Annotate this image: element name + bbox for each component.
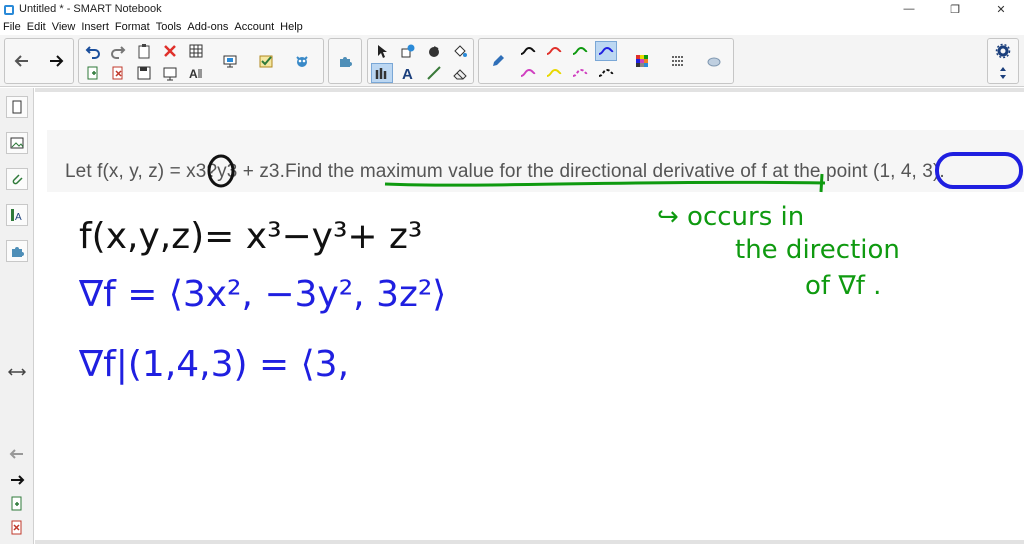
- delete-page-icon[interactable]: [107, 63, 129, 83]
- green-underline: [384, 180, 826, 187]
- pen-style-green[interactable]: [569, 41, 591, 61]
- fill-shape-icon[interactable]: [423, 41, 445, 61]
- blue-point-circle: [935, 152, 1023, 189]
- shapes-icon[interactable]: [397, 41, 419, 61]
- sidebar-previous-icon[interactable]: [8, 446, 26, 462]
- pen-style-pink[interactable]: [517, 63, 539, 83]
- text-tool-icon[interactable]: A: [397, 63, 419, 83]
- screen-shade-icon[interactable]: [159, 63, 181, 83]
- green-underline-tick: [819, 173, 824, 193]
- delete-icon[interactable]: [159, 41, 181, 61]
- menu-file[interactable]: File: [3, 21, 21, 33]
- sidebar-next-icon[interactable]: [8, 472, 26, 488]
- next-page-icon[interactable]: [45, 51, 67, 71]
- whiteboard-canvas[interactable]: Let f(x, y, z) = x3?y3 + z3.Find the max…: [35, 88, 1024, 544]
- paste-icon[interactable]: [133, 41, 155, 61]
- navigation-group: [4, 38, 74, 84]
- window-title: Untitled * - SMART Notebook: [19, 3, 162, 15]
- select-arrow-icon[interactable]: [371, 41, 393, 61]
- menu-view[interactable]: View: [52, 21, 76, 33]
- pen-style-pink-dashed[interactable]: [569, 63, 591, 83]
- response-assessment-icon[interactable]: [255, 51, 277, 71]
- menu-bar: File Edit View Insert Format Tools Add-o…: [0, 18, 1024, 35]
- pen-style-red[interactable]: [543, 41, 565, 61]
- handwriting-line-2: ∇f = ⟨3x², −3y², 3z²⟩: [78, 274, 446, 315]
- resize-sidebar-icon[interactable]: [8, 364, 26, 380]
- attachments-tab[interactable]: [6, 168, 28, 190]
- svg-text:A: A: [402, 66, 413, 81]
- add-ons-tab[interactable]: [6, 240, 28, 262]
- handwriting-line-3: ∇f|(1,4,3) = ⟨3,: [78, 344, 349, 385]
- redo-icon[interactable]: [107, 41, 129, 61]
- menu-edit[interactable]: Edit: [27, 21, 46, 33]
- toolbar: A A: [0, 35, 1024, 87]
- restore-button[interactable]: ❐: [932, 0, 978, 18]
- undo-icon[interactable]: [82, 41, 104, 61]
- add-page-icon[interactable]: [82, 63, 104, 83]
- note-line-1: ↪ occurs in: [657, 202, 804, 232]
- canvas-bottom-edge: [35, 540, 1024, 544]
- pen-style-black-dashed[interactable]: [595, 63, 617, 83]
- eraser-icon[interactable]: [449, 63, 471, 83]
- minimize-button[interactable]: —: [886, 0, 932, 18]
- handwriting-layer: f(x,y,z)= x³−y³+ z³ ∇f = ⟨3x², −3y², 3z²…: [78, 152, 1023, 385]
- edit-tools-group: A: [78, 38, 324, 84]
- circle-mark-question: [207, 154, 235, 188]
- drawing-tools-group: A: [367, 38, 474, 84]
- properties-cloud-icon[interactable]: [703, 51, 725, 71]
- pens-tool-icon[interactable]: [371, 63, 393, 83]
- gallery-tab[interactable]: [6, 132, 28, 154]
- pen-icon[interactable]: [487, 51, 509, 71]
- smart-notebook-app-icon: [3, 3, 15, 15]
- menu-help[interactable]: Help: [280, 21, 303, 33]
- toolbar-position-icon[interactable]: [992, 63, 1014, 83]
- note-line-3: of ∇f .: [805, 271, 881, 301]
- menu-add-ons[interactable]: Add-ons: [187, 21, 228, 33]
- pen-style-yellow[interactable]: [543, 63, 565, 83]
- line-style-icon[interactable]: [667, 51, 689, 71]
- side-panel: A: [0, 88, 34, 544]
- fill-bucket-icon[interactable]: [449, 41, 471, 61]
- gallery-puzzle-icon[interactable]: [334, 51, 356, 71]
- sidebar-add-page-icon[interactable]: [8, 496, 26, 512]
- title-bar: Untitled * - SMART Notebook — ❐ ✕: [0, 0, 1024, 18]
- properties-tab[interactable]: A: [6, 204, 28, 226]
- gear-icon[interactable]: [992, 41, 1014, 61]
- pen-styles-group: [478, 38, 734, 84]
- menu-format[interactable]: Format: [115, 21, 150, 33]
- settings-group: [987, 38, 1019, 84]
- pen-style-black[interactable]: [517, 41, 539, 61]
- line-tool-icon[interactable]: [423, 63, 445, 83]
- svg-text:A: A: [189, 67, 198, 81]
- display-screen-icon[interactable]: [219, 51, 241, 71]
- close-button[interactable]: ✕: [978, 0, 1024, 18]
- handwriting-line-1: f(x,y,z)= x³−y³+ z³: [79, 216, 422, 257]
- svg-text:A: A: [15, 212, 22, 222]
- page-sorter-tab[interactable]: [6, 96, 28, 118]
- window-controls: — ❐ ✕: [886, 0, 1024, 18]
- color-palette-icon[interactable]: [631, 51, 653, 71]
- text-recognition-icon[interactable]: A: [185, 63, 207, 83]
- note-line-2: the direction: [735, 235, 900, 265]
- gallery-group: [328, 38, 362, 84]
- pen-style-blue-selected[interactable]: [595, 41, 617, 61]
- table-icon[interactable]: [185, 41, 207, 61]
- sidebar-delete-page-icon[interactable]: [8, 520, 26, 536]
- menu-tools[interactable]: Tools: [156, 21, 182, 33]
- add-on-monster-icon[interactable]: [291, 51, 313, 71]
- previous-page-icon[interactable]: [11, 51, 33, 71]
- menu-account[interactable]: Account: [234, 21, 274, 33]
- menu-insert[interactable]: Insert: [81, 21, 109, 33]
- save-icon[interactable]: [133, 63, 155, 83]
